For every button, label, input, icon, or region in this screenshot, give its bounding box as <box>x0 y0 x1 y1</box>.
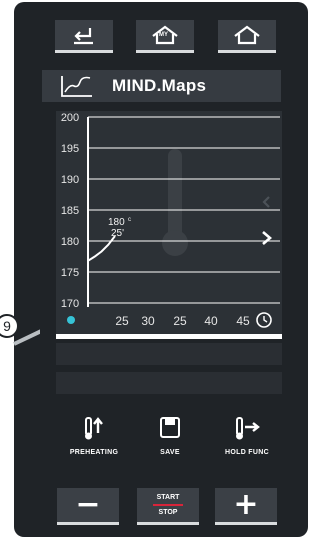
probe-cursor-icon <box>67 316 75 324</box>
temperature-chart: 200 195 190 185 180 175 170 25 30 25 40 45 180 c 25' <box>56 111 282 337</box>
y-tick-label: 170 <box>61 298 79 310</box>
home-icon <box>234 25 260 45</box>
dim-row <box>56 372 282 394</box>
preheating-label: PREHEATING <box>69 449 119 456</box>
minus-button[interactable]: − <box>57 488 119 525</box>
hold-func-label: HOLD FUNC <box>225 449 269 456</box>
my-home-text: MY <box>159 32 168 38</box>
hold-func-button[interactable]: HOLD FUNC <box>210 415 284 456</box>
graph-icon <box>61 76 92 97</box>
x-tick-label: 30 <box>141 314 155 328</box>
y-tick-label: 180 <box>61 236 79 248</box>
hold-func-icon <box>236 417 260 440</box>
annotation-time: 25' <box>111 228 124 239</box>
y-tick-label: 175 <box>61 267 79 279</box>
stop-label: STOP <box>158 509 178 516</box>
back-button[interactable] <box>55 20 113 53</box>
x-tick-label: 40 <box>204 314 218 328</box>
save-icon <box>160 417 180 438</box>
scroll-divider <box>56 334 282 339</box>
my-home-button[interactable]: MY <box>136 20 194 53</box>
save-label: SAVE <box>160 449 180 456</box>
chevron-right-icon <box>262 231 272 245</box>
x-tick-label: 25 <box>173 314 187 328</box>
callout-marker: 9 <box>0 314 40 346</box>
start-label: START <box>156 494 180 501</box>
page-title: MIND.Maps <box>112 76 207 95</box>
home-button[interactable] <box>218 20 276 53</box>
plus-icon: + <box>233 487 259 522</box>
return-arrow-icon <box>74 28 93 45</box>
next-arrow[interactable] <box>258 229 276 247</box>
y-tick-label: 195 <box>61 143 79 155</box>
preheating-button[interactable]: PREHEATING <box>57 415 131 456</box>
y-tick-label: 200 <box>61 112 79 124</box>
start-stop-button[interactable]: START STOP <box>137 488 199 525</box>
prev-arrow-dim <box>260 194 274 208</box>
chart-canvas: 20019519018518017517025 30 25 40 45180 c25' <box>61 112 280 328</box>
x-tick-label: 25 <box>115 314 129 328</box>
dim-row <box>56 343 282 365</box>
save-button[interactable]: SAVE <box>133 415 207 456</box>
callout-number: 9 <box>3 318 11 334</box>
annotation-temp: 180 <box>108 217 125 228</box>
y-tick-label: 185 <box>61 205 79 217</box>
y-tick-label: 190 <box>61 174 79 186</box>
minus-icon: − <box>75 487 101 522</box>
preheat-icon <box>85 417 103 440</box>
clock-hands <box>263 316 268 323</box>
start-stop-divider <box>153 504 183 506</box>
temperature-curve <box>87 235 116 262</box>
thermometer-bulb-watermark <box>162 230 188 256</box>
annotation-unit: c <box>128 217 131 223</box>
plus-button[interactable]: + <box>215 488 277 525</box>
chevron-left-icon <box>262 196 270 208</box>
title-bar: MIND.Maps <box>42 70 281 102</box>
thermometer-watermark-icon <box>168 149 182 239</box>
x-tick-label: 45 <box>236 314 250 328</box>
